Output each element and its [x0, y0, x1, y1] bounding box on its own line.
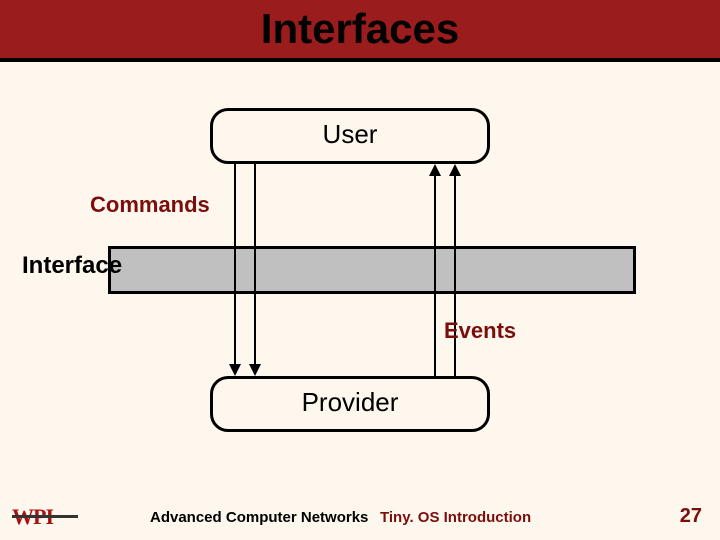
user-node: User	[210, 108, 490, 164]
command-arrow	[254, 164, 256, 364]
provider-node: Provider	[210, 376, 490, 432]
commands-label: Commands	[90, 192, 210, 218]
user-node-label: User	[323, 119, 378, 149]
arrow-head-down-icon	[249, 364, 261, 376]
interface-label: Interface	[22, 252, 122, 280]
footer-course: Advanced Computer Networks	[150, 509, 368, 526]
footer: WPI Advanced Computer Networks Tiny. OS …	[0, 500, 720, 540]
arrow-head-up-icon	[429, 164, 441, 176]
event-arrow	[454, 176, 456, 376]
diagram-area: Interface User Provider Commands Events	[0, 62, 720, 482]
arrow-head-down-icon	[229, 364, 241, 376]
interface-bar	[108, 246, 636, 294]
footer-topic: Tiny. OS Introduction	[380, 509, 531, 526]
title-bar: Interfaces	[0, 0, 720, 62]
logo-bar-icon	[12, 515, 78, 518]
slide-title: Interfaces	[0, 0, 720, 58]
page-number: 27	[680, 505, 702, 528]
provider-node-label: Provider	[302, 387, 399, 417]
command-arrow	[234, 164, 236, 364]
arrow-head-up-icon	[449, 164, 461, 176]
events-label: Events	[444, 318, 516, 344]
wpi-logo: WPI	[12, 504, 80, 530]
event-arrow	[434, 176, 436, 376]
